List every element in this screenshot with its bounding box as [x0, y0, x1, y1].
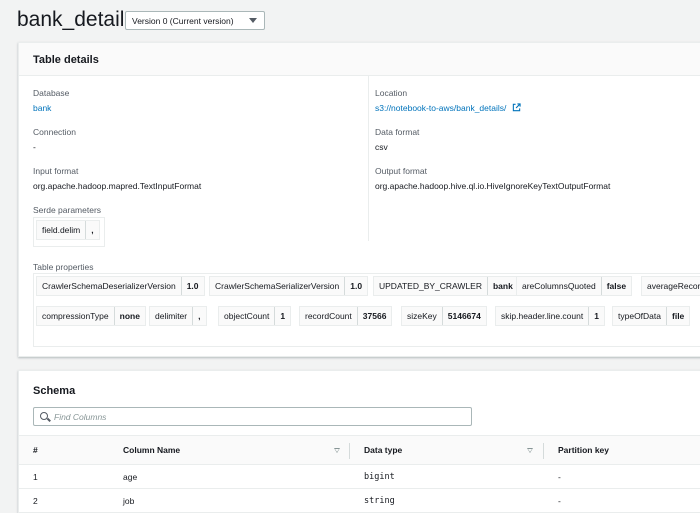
- search-icon: [40, 412, 48, 420]
- column-divider: [368, 76, 369, 241]
- property-tag: skip.header.line.count 1: [495, 306, 605, 326]
- tag-key: sizeKey: [402, 307, 443, 325]
- tag-value: file: [672, 311, 685, 321]
- table-row: 1 age bigint -: [19, 465, 700, 489]
- property-tag: UPDATED_BY_CRAWLER bank: [373, 276, 519, 296]
- tag-value: 1: [594, 311, 599, 321]
- serde-tag: field.delim ,: [36, 220, 100, 240]
- database-link[interactable]: bank: [33, 103, 51, 113]
- input-format-label: Input format: [33, 166, 79, 176]
- tag-value: none: [119, 311, 140, 321]
- external-link-icon: [512, 103, 521, 112]
- data-type: string: [364, 495, 395, 506]
- location-link-text: s3://notebook-to-aws/bank_details/: [375, 103, 507, 113]
- tag-value: 1.0: [186, 281, 199, 291]
- tag-key: areColumnsQuoted: [517, 277, 602, 295]
- tag-value: 5146674: [447, 311, 481, 321]
- tag-value: 1.0: [350, 281, 363, 291]
- property-tag: areColumnsQuoted false: [516, 276, 633, 296]
- schema-panel: Schema Find Columns # Column Name Data t…: [18, 370, 700, 513]
- find-columns-input[interactable]: Find Columns: [33, 407, 472, 426]
- tag-value: ,: [198, 311, 201, 321]
- row-number: 1: [33, 471, 38, 482]
- output-format-label: Output format: [375, 166, 427, 176]
- tag-key: CrawlerSchemaDeserializerVersion: [37, 277, 182, 295]
- property-tag: compressionType none: [36, 306, 146, 326]
- tag-value: 1: [280, 311, 286, 321]
- tag-key: compressionType: [37, 307, 115, 325]
- sort-icon[interactable]: [334, 448, 340, 453]
- table-properties-group: CrawlerSchemaDeserializerVersion 1.0 Cra…: [33, 273, 700, 347]
- tag-key: field.delim: [37, 221, 87, 239]
- header-divider: [349, 443, 350, 459]
- partition-key: -: [558, 495, 561, 506]
- tag-key: typeOfData: [613, 307, 667, 325]
- table-details-heading: Table details: [19, 43, 700, 76]
- table-details-panel: Table details Database bank Location s3:…: [18, 42, 700, 357]
- input-format-value: org.apache.hadoop.mapred.TextInputFormat: [33, 181, 202, 191]
- data-type: bigint: [364, 471, 395, 482]
- schema-heading: Schema: [19, 371, 700, 404]
- tag-key: recordCount: [300, 307, 358, 325]
- column-header-partition-key: Partition key: [558, 445, 610, 455]
- serde-parameters-group: field.delim ,: [33, 217, 105, 247]
- location-link[interactable]: s3://notebook-to-aws/bank_details/: [375, 103, 521, 113]
- column-name: age: [123, 471, 138, 482]
- tag-key: averageRecor: [647, 281, 700, 291]
- table-properties-label: Table properties: [33, 262, 94, 272]
- column-header-name[interactable]: Column Name: [123, 445, 180, 455]
- connection-value: -: [33, 142, 36, 152]
- caret-down-icon: [249, 18, 257, 23]
- property-tag: CrawlerSchemaDeserializerVersion 1.0: [36, 276, 205, 296]
- property-tag: objectCount 1: [218, 306, 292, 326]
- tag-key: CrawlerSchemaSerializerVersion: [210, 277, 346, 295]
- sort-icon[interactable]: [527, 448, 533, 453]
- tag-key: objectCount: [219, 307, 276, 325]
- output-format-value: org.apache.hadoop.hive.ql.io.HiveIgnoreK…: [375, 181, 611, 191]
- version-select[interactable]: Version 0 (Current version): [125, 11, 265, 30]
- partition-key: -: [558, 471, 561, 482]
- tag-value: false: [606, 281, 627, 291]
- property-tag: recordCount 37566: [299, 306, 393, 326]
- table-row: 2 job string -: [19, 489, 700, 513]
- property-tag: sizeKey 5146674: [401, 306, 487, 326]
- find-columns-placeholder: Find Columns: [54, 412, 107, 422]
- database-label: Database: [33, 88, 70, 98]
- tag-key: skip.header.line.count: [496, 307, 590, 325]
- property-tag: typeOfData file: [612, 306, 691, 326]
- schema-table: # Column Name Data type Partition key 1 …: [19, 435, 700, 513]
- property-tag: delimiter ,: [149, 306, 207, 326]
- property-tag: CrawlerSchemaSerializerVersion 1.0: [209, 276, 369, 296]
- tag-key: delimiter: [150, 307, 194, 325]
- row-number: 2: [33, 495, 38, 506]
- page-title: bank_details: [17, 8, 135, 31]
- data-format-value: csv: [375, 142, 388, 152]
- version-select-value: Version 0 (Current version): [132, 16, 234, 26]
- tag-value: bank: [492, 281, 513, 291]
- column-name: job: [123, 495, 135, 506]
- column-header-number: #: [33, 445, 38, 455]
- location-label: Location: [375, 88, 408, 98]
- data-format-label: Data format: [375, 127, 420, 137]
- tag-value: ,: [91, 225, 94, 235]
- tag-value: 37566: [362, 311, 387, 321]
- header-divider: [543, 443, 544, 459]
- column-header-data-type[interactable]: Data type: [364, 445, 402, 455]
- schema-table-header: # Column Name Data type Partition key: [19, 435, 700, 465]
- property-tag: averageRecor: [641, 276, 700, 296]
- tag-key: UPDATED_BY_CRAWLER: [374, 277, 488, 295]
- serde-parameters-label: Serde parameters: [33, 205, 102, 215]
- connection-label: Connection: [33, 127, 77, 137]
